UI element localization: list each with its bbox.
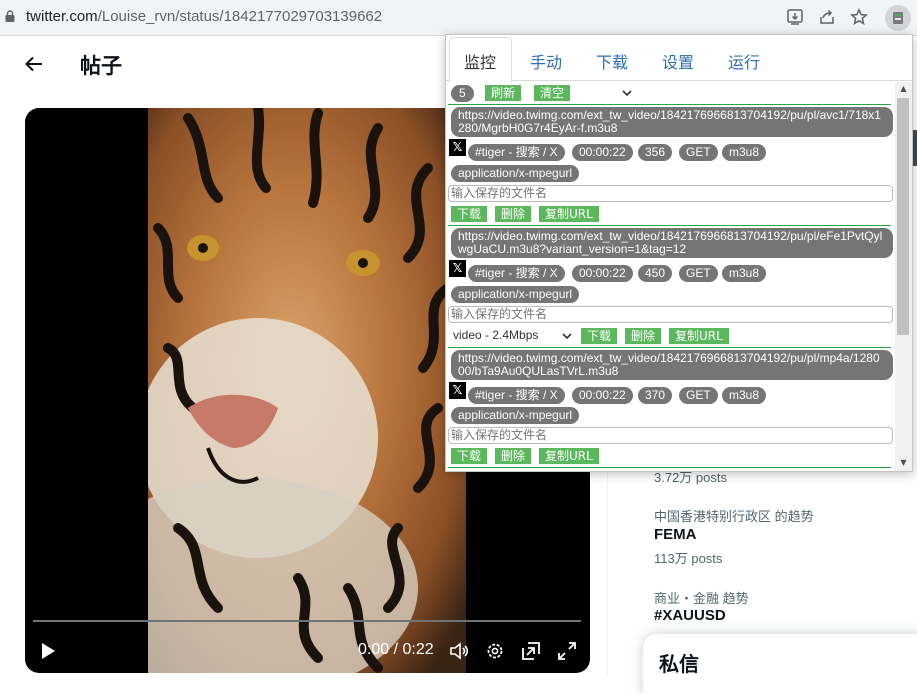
resource-url[interactable]: https://video.twimg.com/ext_tw_video/184… — [451, 350, 893, 380]
copy-url-button[interactable]: 复制URL — [539, 448, 599, 464]
volume-icon[interactable] — [448, 640, 470, 662]
extension-popup: 监控 手动 下载 设置 运行 5 刷新 清空 https://video.twi… — [445, 34, 913, 472]
trend-meta: 中国香港特别行政区 的趋势 — [654, 509, 814, 524]
popup-scrollbar[interactable]: ▲ ▼ — [895, 82, 912, 471]
ext-badge: m3u8 — [722, 144, 767, 161]
delete-button[interactable]: 删除 — [495, 448, 532, 464]
video-time: 0:00 / 0:22 — [358, 641, 434, 658]
tab-download[interactable]: 下载 — [596, 49, 628, 73]
refresh-button[interactable]: 刷新 — [485, 85, 522, 101]
chevron-down-icon — [622, 90, 632, 97]
extension-button[interactable] — [885, 5, 911, 31]
captured-resources-list[interactable]: 5 刷新 清空 https://video.twimg.com/ext_tw_v… — [448, 82, 895, 470]
x-logo-icon: 𝕏 — [449, 260, 466, 277]
back-arrow-icon[interactable] — [24, 55, 44, 73]
variant-selected: video - 2.4Mbps — [453, 328, 539, 342]
duration-badge: 00:00:22 — [572, 144, 633, 161]
download-button[interactable]: 下载 — [581, 328, 618, 344]
fullscreen-icon[interactable] — [556, 640, 578, 662]
truncated-link[interactable] — [25, 80, 73, 90]
download-button[interactable]: 下载 — [451, 206, 488, 222]
duration-badge: 00:00:22 — [572, 265, 633, 282]
trend-topic[interactable]: FEMA — [654, 526, 697, 543]
extension-logo-icon — [893, 12, 903, 24]
popup-tab-bar: 监控 手动 下载 设置 运行 — [446, 35, 912, 83]
ext-badge: m3u8 — [722, 387, 767, 404]
page-title: 帖子 — [80, 54, 122, 78]
address-bar-url[interactable]: twitter.com/Louise_rvn/status/1842177029… — [26, 8, 382, 25]
resource-url[interactable]: https://video.twimg.com/ext_tw_video/184… — [451, 228, 893, 258]
messages-drawer-title: 私信 — [659, 652, 699, 676]
variant-dropdown[interactable]: video - 2.4Mbps — [449, 327, 579, 344]
tab-title-badge: #tiger - 搜索 / X — [468, 387, 565, 404]
duration-badge: 00:00:22 — [572, 387, 633, 404]
lock-icon[interactable] — [5, 10, 15, 22]
filter-dropdown[interactable] — [544, 85, 638, 102]
tab-title-badge: #tiger - 搜索 / X — [468, 144, 565, 161]
filename-input[interactable]: 输入保存的文件名 — [448, 185, 893, 202]
size-badge: 356 — [638, 144, 673, 161]
delete-button[interactable]: 删除 — [495, 206, 532, 222]
download-button[interactable]: 下载 — [451, 448, 488, 464]
ext-badge: m3u8 — [722, 265, 767, 282]
method-badge: GET — [679, 144, 718, 161]
divider — [448, 347, 891, 348]
copy-url-button[interactable]: 复制URL — [669, 328, 729, 344]
mime-badge: application/x-mpegurl — [451, 407, 580, 424]
copy-url-button[interactable]: 复制URL — [539, 206, 599, 222]
tab-manual[interactable]: 手动 — [530, 49, 562, 73]
scroll-up-icon[interactable]: ▲ — [899, 84, 908, 93]
video-progress-track[interactable] — [33, 620, 581, 622]
x-logo-icon: 𝕏 — [449, 139, 466, 156]
trend-meta: 商业・金融 趋势 — [654, 591, 749, 606]
divider — [448, 467, 891, 468]
mime-badge: application/x-mpegurl — [451, 165, 580, 182]
settings-gear-icon[interactable] — [484, 640, 506, 662]
tab-monitor[interactable]: 监控 — [464, 49, 496, 73]
delete-button[interactable]: 删除 — [625, 328, 662, 344]
bookmark-star-icon[interactable] — [850, 8, 868, 26]
resource-url[interactable]: https://video.twimg.com/ext_tw_video/184… — [451, 107, 893, 137]
browser-toolbar: twitter.com/Louise_rvn/status/1842177029… — [0, 0, 917, 36]
url-path: /Louise_rvn/status/1842177029703139662 — [97, 8, 383, 25]
resource-count-badge: 5 — [451, 85, 474, 102]
share-icon[interactable] — [818, 8, 836, 26]
messages-drawer[interactable]: 私信 — [643, 634, 917, 694]
mime-badge: application/x-mpegurl — [451, 286, 580, 303]
size-badge: 450 — [638, 265, 673, 282]
install-app-icon[interactable] — [786, 8, 804, 26]
divider — [448, 104, 891, 105]
filename-input[interactable]: 输入保存的文件名 — [448, 306, 893, 323]
divider — [448, 225, 891, 226]
scroll-down-icon[interactable]: ▼ — [899, 458, 908, 467]
tab-settings[interactable]: 设置 — [662, 49, 694, 73]
tiger-video-frame — [148, 108, 466, 673]
chevron-down-icon — [562, 333, 572, 340]
tab-title-badge: #tiger - 搜索 / X — [468, 265, 565, 282]
url-host: twitter.com — [26, 8, 98, 25]
method-badge: GET — [679, 387, 718, 404]
play-icon[interactable] — [37, 640, 59, 662]
tab-run[interactable]: 运行 — [728, 49, 760, 73]
x-logo-icon: 𝕏 — [449, 382, 466, 399]
trend-posts-count: 113万 posts — [654, 551, 723, 566]
scrollbar-thumb[interactable] — [897, 98, 909, 335]
trend-topic[interactable]: #XAUUSD — [654, 607, 726, 624]
size-badge: 370 — [638, 387, 673, 404]
picture-in-picture-icon[interactable] — [520, 640, 542, 662]
filename-input[interactable]: 输入保存的文件名 — [448, 427, 893, 444]
method-badge: GET — [679, 265, 718, 282]
